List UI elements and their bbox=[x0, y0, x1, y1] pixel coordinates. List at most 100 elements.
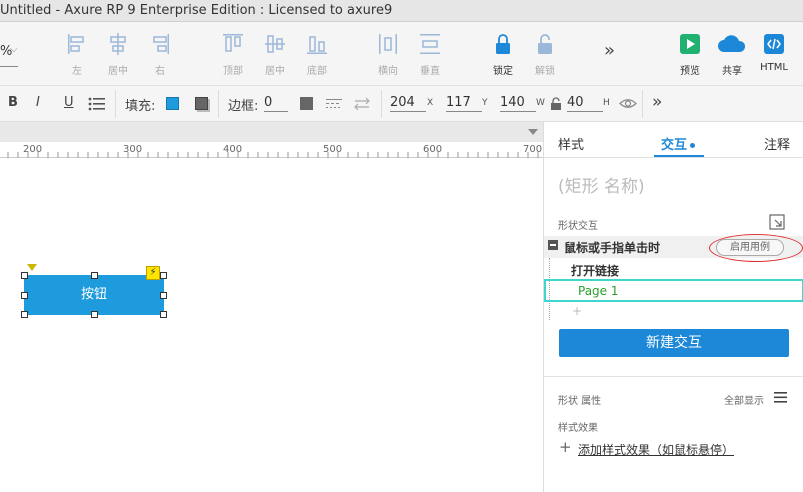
italic-icon[interactable]: I bbox=[36, 95, 40, 110]
event-label: 鼠标或手指单击时 bbox=[564, 241, 661, 255]
active-tab-underline bbox=[654, 155, 704, 157]
distribute-horizontal-button[interactable]: 横向 bbox=[368, 32, 408, 77]
resize-handle[interactable] bbox=[21, 292, 28, 299]
toolbar-divider bbox=[115, 90, 116, 118]
ruler-tick-label: 200 bbox=[23, 144, 43, 155]
align-middle-icon bbox=[265, 35, 285, 53]
ruler-band bbox=[0, 122, 543, 142]
toolbar-divider bbox=[218, 90, 219, 118]
bold-icon[interactable]: B bbox=[8, 95, 18, 110]
resize-handle[interactable] bbox=[91, 272, 98, 279]
distribute-vertical-icon bbox=[420, 34, 440, 54]
preview-button[interactable]: 预览 bbox=[670, 32, 710, 77]
resize-handle[interactable] bbox=[91, 311, 98, 318]
code-icon bbox=[764, 34, 784, 54]
enable-case-button[interactable]: 启用用例 bbox=[716, 239, 784, 256]
ruler-tick-label: 400 bbox=[223, 144, 243, 155]
horizontal-ruler: 200 300 400 500 600 700 bbox=[0, 122, 543, 158]
distribute-vertical-label: 垂直 bbox=[420, 66, 440, 77]
align-top-label: 顶部 bbox=[223, 66, 243, 77]
align-center-icon bbox=[110, 33, 126, 55]
caret-down-icon[interactable] bbox=[528, 129, 538, 135]
underline-icon[interactable]: U bbox=[64, 95, 74, 110]
align-right-icon bbox=[153, 34, 169, 54]
unlock-label: 解锁 bbox=[535, 66, 555, 77]
align-center-button[interactable]: 居中 bbox=[98, 32, 138, 77]
add-style-effect-link[interactable]: 添加样式效果（如鼠标悬停） bbox=[578, 441, 734, 458]
align-left-icon bbox=[68, 34, 84, 54]
lock-button[interactable]: 锁定 bbox=[483, 32, 523, 77]
eye-icon[interactable] bbox=[619, 97, 637, 110]
new-interaction-button[interactable]: 新建交互 bbox=[559, 329, 789, 357]
align-center-label: 居中 bbox=[108, 66, 128, 77]
active-dot-icon bbox=[690, 143, 696, 148]
toolbar-divider bbox=[381, 90, 382, 118]
add-action-icon[interactable]: + bbox=[572, 304, 582, 318]
y-input[interactable]: 117 bbox=[446, 95, 482, 112]
ruler-tick-label: 500 bbox=[323, 144, 343, 155]
resize-handle[interactable] bbox=[21, 311, 28, 318]
border-label: 边框: bbox=[228, 99, 259, 114]
height-input[interactable]: 40 bbox=[567, 95, 603, 112]
shape-name-input[interactable]: (矩形 名称) bbox=[558, 172, 645, 197]
distribute-vertical-button[interactable]: 垂直 bbox=[410, 32, 450, 77]
align-left-button[interactable]: 左 bbox=[57, 32, 97, 77]
design-canvas[interactable]: 按钮 ⚡ bbox=[0, 158, 543, 492]
collapse-icon[interactable] bbox=[548, 240, 558, 250]
ruler-ticks bbox=[7, 152, 539, 158]
inspector-panel: 样式 交互 注释 (矩形 名称) 形状交互 鼠标或手指单击时 启用用例 打开链接… bbox=[543, 122, 803, 492]
unlock-button[interactable]: 解锁 bbox=[525, 32, 565, 77]
y-unit-label: Y bbox=[482, 98, 488, 108]
window-title: Untitled - Axure RP 9 Enterprise Edition… bbox=[0, 3, 393, 18]
chevron-down-icon[interactable]: ⌵ bbox=[10, 44, 18, 55]
menu-icon[interactable] bbox=[774, 392, 787, 403]
lock-icon bbox=[496, 34, 510, 54]
tab-interactions[interactable]: 交互 bbox=[661, 134, 696, 153]
rotation-handle[interactable] bbox=[27, 264, 37, 271]
distribute-horizontal-label: 横向 bbox=[378, 66, 398, 77]
align-bottom-button[interactable]: 底部 bbox=[297, 32, 337, 77]
show-all-link[interactable]: 全部显示 bbox=[724, 392, 764, 407]
align-right-button[interactable]: 右 bbox=[140, 32, 180, 77]
add-icon[interactable]: + bbox=[559, 438, 572, 456]
interaction-event[interactable]: 鼠标或手指单击时 启用用例 bbox=[544, 234, 803, 262]
toolbar-more-icon[interactable]: » bbox=[604, 40, 615, 61]
ruler-tick-label: 700 bbox=[523, 144, 543, 155]
resize-handle[interactable] bbox=[160, 272, 167, 279]
format-more-icon[interactable]: » bbox=[652, 92, 662, 112]
align-left-label: 左 bbox=[72, 66, 82, 77]
lightning-icon[interactable]: ⚡ bbox=[146, 266, 160, 280]
align-top-button[interactable]: 顶部 bbox=[213, 32, 253, 77]
expand-editor-icon[interactable] bbox=[769, 214, 785, 230]
x-input[interactable]: 204 bbox=[390, 95, 426, 112]
unlock-icon bbox=[538, 34, 552, 54]
x-unit-label: X bbox=[427, 98, 434, 108]
preview-label: 预览 bbox=[680, 66, 700, 77]
resize-handle[interactable] bbox=[160, 311, 167, 318]
arrow-style-icon[interactable] bbox=[354, 97, 370, 111]
share-button[interactable]: 共享 bbox=[712, 32, 752, 77]
panel-divider bbox=[544, 376, 803, 377]
link-target-label: Page 1 bbox=[578, 284, 619, 298]
border-color-swatch[interactable] bbox=[300, 97, 313, 110]
w-unit-label: W bbox=[536, 98, 545, 108]
lock-ratio-icon[interactable] bbox=[550, 97, 562, 110]
html-button[interactable]: HTML bbox=[754, 32, 794, 73]
width-input[interactable]: 140 bbox=[500, 95, 536, 112]
resize-handle[interactable] bbox=[160, 292, 167, 299]
border-width-input[interactable]: 0 bbox=[264, 95, 288, 112]
shadow-swatch[interactable] bbox=[195, 97, 208, 110]
resize-handle[interactable] bbox=[21, 272, 28, 279]
shape-interactions-title: 形状交互 bbox=[558, 221, 598, 232]
fill-color-swatch[interactable] bbox=[166, 97, 179, 110]
align-bottom-label: 底部 bbox=[307, 66, 327, 77]
line-style-icon[interactable] bbox=[326, 97, 342, 111]
link-target-row[interactable]: Page 1 bbox=[544, 279, 803, 302]
tab-notes[interactable]: 注释 bbox=[764, 134, 790, 153]
button-shape[interactable]: 按钮 bbox=[24, 275, 164, 315]
tab-style[interactable]: 样式 bbox=[558, 134, 584, 153]
style-effects-title: 样式效果 bbox=[558, 423, 598, 434]
align-middle-button[interactable]: 居中 bbox=[255, 32, 295, 77]
action-open-link[interactable]: 打开链接 bbox=[571, 262, 619, 279]
list-icon[interactable] bbox=[88, 96, 106, 112]
